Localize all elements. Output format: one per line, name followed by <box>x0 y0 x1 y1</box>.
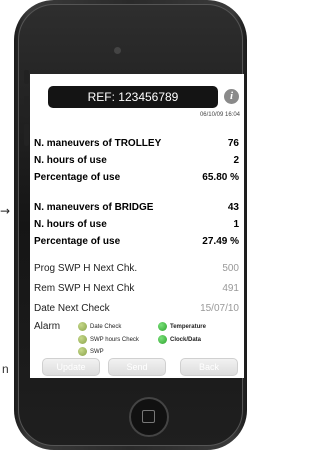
row-value: 65.80 % <box>202 172 239 183</box>
row-value: 27.49 % <box>202 236 239 247</box>
mute-switch <box>24 70 29 84</box>
row-label: Percentage of use <box>34 172 121 183</box>
info-icon[interactable]: i <box>224 89 239 104</box>
phone-frame: REF: 123456789 i 06/10/09 16:04 N. maneu… <box>14 0 247 450</box>
row-value: 43 <box>227 202 239 213</box>
alarm-swp-hours-check: SWP hours Check <box>78 335 139 344</box>
side-text: n <box>2 362 9 376</box>
home-square-icon <box>142 410 155 423</box>
trolley-percentage-row: Percentage of use 65.80 % <box>34 172 239 185</box>
update-button[interactable]: Update <box>42 358 100 376</box>
back-button[interactable]: Back <box>180 358 238 376</box>
datetime-label: 06/10/09 16:04 <box>199 112 240 118</box>
alarm-label: Alarm <box>34 321 61 332</box>
date-next-check-row: Date Next Check 15/07/10 <box>34 303 239 316</box>
alarm-item-label: Date Check <box>90 323 122 330</box>
row-value: 2 <box>233 155 239 166</box>
status-led-icon <box>78 322 87 331</box>
row-label: Prog SWP H Next Chk. <box>34 263 138 274</box>
status-led-icon <box>158 335 167 344</box>
row-label: N. hours of use <box>34 155 107 166</box>
row-label: N. maneuvers of BRIDGE <box>34 202 154 213</box>
alarm-item-label: Temperature <box>170 323 206 330</box>
row-value: 15/07/10 <box>200 303 239 314</box>
alarm-temperature: Temperature <box>158 322 206 331</box>
row-label: Date Next Check <box>34 303 110 314</box>
bridge-percentage-row: Percentage of use 27.49 % <box>34 236 239 249</box>
reference-bar: REF: 123456789 <box>48 86 218 108</box>
status-led-icon <box>78 335 87 344</box>
send-button[interactable]: Send <box>108 358 166 376</box>
prog-swp-row: Prog SWP H Next Chk. 500 <box>34 263 239 276</box>
alarm-clock-data: Clock/Data <box>158 335 201 344</box>
rem-swp-row: Rem SWP H Next Chk 491 <box>34 283 239 296</box>
trolley-hours-row: N. hours of use 2 <box>34 155 239 168</box>
row-label: Percentage of use <box>34 236 121 247</box>
status-led-icon <box>78 347 87 356</box>
volume-down-button <box>24 124 29 146</box>
row-value: 1 <box>233 219 239 230</box>
row-label: Rem SWP H Next Chk <box>34 283 135 294</box>
row-label: N. maneuvers of TROLLEY <box>34 138 162 149</box>
bridge-maneuvers-row: N. maneuvers of BRIDGE 43 <box>34 202 239 215</box>
row-value: 500 <box>222 263 239 274</box>
row-label: N. hours of use <box>34 219 107 230</box>
alarm-swp: SWP <box>78 347 104 356</box>
row-value: 491 <box>222 283 239 294</box>
home-button[interactable] <box>129 397 169 437</box>
status-led-icon <box>158 322 167 331</box>
volume-up-button <box>24 96 29 118</box>
app-screen: REF: 123456789 i 06/10/09 16:04 N. maneu… <box>30 74 244 378</box>
alarm-item-label: SWP hours Check <box>90 336 139 343</box>
alarm-item-label: Clock/Data <box>170 336 202 343</box>
pointer-arrow-icon: → <box>0 204 11 218</box>
row-value: 76 <box>227 138 239 149</box>
bridge-hours-row: N. hours of use 1 <box>34 219 239 232</box>
alarm-date-check: Date Check <box>78 322 121 331</box>
camera-icon <box>114 47 121 54</box>
trolley-maneuvers-row: N. maneuvers of TROLLEY 76 <box>34 138 239 151</box>
alarm-item-label: SWP <box>90 348 104 355</box>
